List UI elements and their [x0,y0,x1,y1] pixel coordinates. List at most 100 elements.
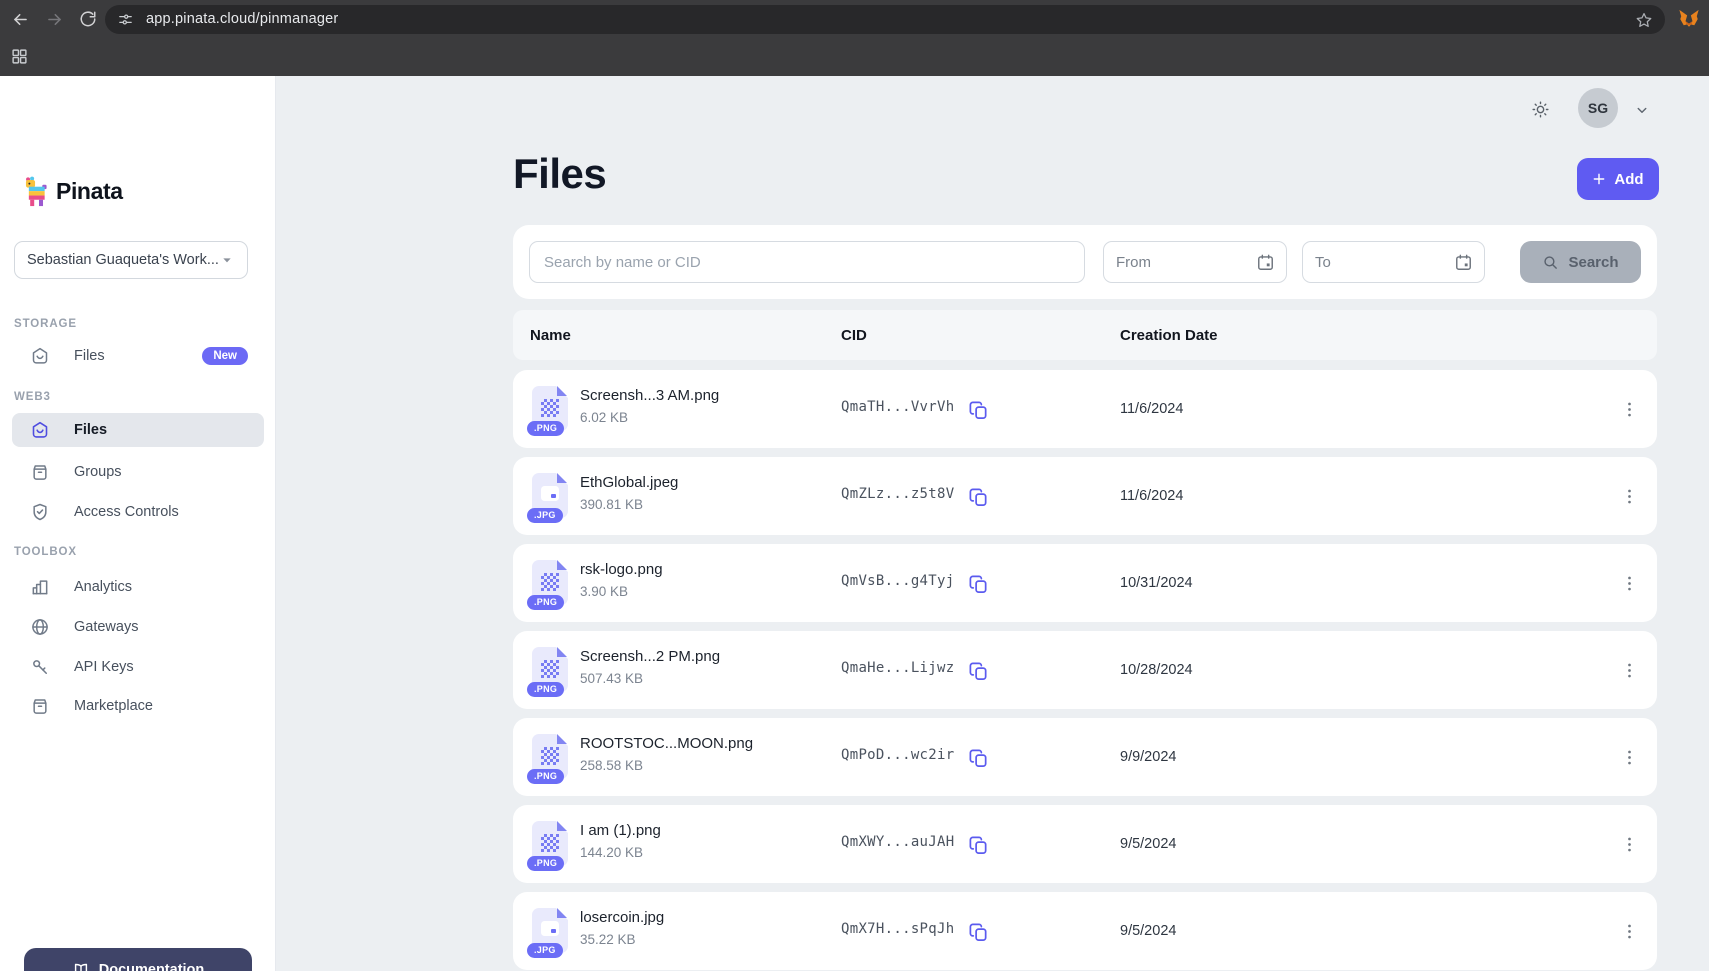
site-settings-icon[interactable] [117,11,134,28]
row-menu-button[interactable] [1615,482,1643,510]
chevron-down-icon [219,252,235,268]
sidebar-item-analytics[interactable]: Analytics [12,570,264,604]
pin-files-icon [30,420,50,440]
file-cid: QmVsB...g4Tyj [841,573,954,589]
file-name: EthGlobal.jpeg [580,474,678,491]
file-ext-badge: .JPG [527,943,563,958]
url-text: app.pinata.cloud/pinmanager [146,11,338,27]
sidebar-item-groups[interactable]: Groups [12,455,264,489]
file-creation-date: 11/6/2024 [1120,488,1183,504]
copy-cid-button[interactable] [965,484,991,510]
table-row[interactable]: .JPG losercoin.jpg 35.22 KB QmX7H...sPqJ… [513,892,1657,970]
sidebar-item-label: Gateways [74,619,138,635]
row-menu-button[interactable] [1615,569,1643,597]
file-size: 6.02 KB [580,410,719,425]
theme-toggle-button[interactable] [1528,97,1552,121]
search-input[interactable] [529,241,1085,283]
copy-cid-button[interactable] [965,658,991,684]
file-ext-badge: .JPG [527,508,563,523]
table-row[interactable]: .PNG ROOTSTOC...MOON.png 258.58 KB QmPoD… [513,718,1657,796]
tab-grid-icon[interactable] [9,46,29,66]
pinata-logo[interactable]: Pinata [25,176,123,207]
url-bar[interactable]: app.pinata.cloud/pinmanager [105,5,1665,34]
file-ext-badge: .PNG [527,769,564,784]
section-label-storage: STORAGE [14,318,77,330]
png-checker-glyph [541,573,559,591]
row-menu-button[interactable] [1615,743,1643,771]
copy-cid-button[interactable] [965,571,991,597]
table-header: Name CID Creation Date [513,310,1657,360]
date-from-field[interactable] [1103,241,1287,283]
file-creation-date: 9/5/2024 [1120,923,1176,939]
file-type-icon: .PNG [532,560,568,605]
sidebar-item-label: API Keys [74,659,134,675]
jpg-image-glyph [540,485,560,502]
date-from-input[interactable] [1104,254,1286,271]
file-name: Screensh...3 AM.png [580,387,719,404]
file-name: losercoin.jpg [580,909,664,926]
section-label-toolbox: TOOLBOX [14,546,77,558]
account-chevron-down-icon[interactable] [1632,100,1652,120]
sidebar-item-marketplace[interactable]: Marketplace [12,689,264,723]
browser-back-button[interactable] [8,7,32,31]
copy-cid-button[interactable] [965,397,991,423]
column-header-name: Name [530,327,571,344]
file-creation-date: 11/6/2024 [1120,401,1183,417]
sidebar-item-api-keys[interactable]: API Keys [12,650,264,684]
bookmark-icon[interactable] [1633,9,1655,31]
sidebar-item-access-controls[interactable]: Access Controls [12,495,264,529]
file-creation-date: 10/28/2024 [1120,662,1193,678]
column-header-creation-date: Creation Date [1120,327,1218,344]
copy-cid-button[interactable] [965,919,991,945]
sidebar-item-label: Access Controls [74,504,179,520]
book-icon [72,961,90,971]
sidebar-item-files-web3[interactable]: Files [12,413,264,447]
avatar[interactable]: SG [1578,88,1618,128]
file-cid: QmPoD...wc2ir [841,747,954,763]
row-menu-button[interactable] [1615,395,1643,423]
search-button[interactable]: Search [1520,241,1641,283]
sun-icon [1530,99,1551,120]
section-label-web3: WEB3 [14,391,51,403]
row-menu-button[interactable] [1615,917,1643,945]
png-checker-glyph [541,399,559,417]
page-title: Files [513,150,606,198]
date-to-field[interactable] [1302,241,1485,283]
file-ext-badge: .PNG [527,856,564,871]
table-row[interactable]: .JPG EthGlobal.jpeg 390.81 KB QmZLz...z5… [513,457,1657,535]
sidebar: Pinata Sebastian Guaqueta's Work... STOR… [0,76,276,971]
sidebar-item-gateways[interactable]: Gateways [12,610,264,644]
groups-icon [30,462,50,482]
documentation-button[interactable]: Documentation [24,948,252,971]
add-button[interactable]: Add [1577,158,1659,200]
file-name: ROOTSTOC...MOON.png [580,735,753,752]
browser-toolbar: app.pinata.cloud/pinmanager [0,0,1709,38]
row-menu-button[interactable] [1615,830,1643,858]
filter-bar: Search [513,225,1657,299]
file-size: 390.81 KB [580,497,678,512]
date-to-input[interactable] [1303,254,1484,271]
file-cid: QmXWY...auJAH [841,834,954,850]
workspace-selector[interactable]: Sebastian Guaqueta's Work... [14,241,248,279]
browser-forward-button[interactable] [42,7,66,31]
row-menu-button[interactable] [1615,656,1643,684]
browser-reload-button[interactable] [76,7,100,31]
pinata-icon [25,176,48,207]
file-name: I am (1).png [580,822,661,839]
sidebar-item-files-storage[interactable]: Files New [12,339,264,373]
table-row[interactable]: .PNG Screensh...3 AM.png 6.02 KB QmaTH..… [513,370,1657,448]
table-row[interactable]: .PNG I am (1).png 144.20 KB QmXWY...auJA… [513,805,1657,883]
copy-cid-button[interactable] [965,745,991,771]
globe-icon [30,617,50,637]
shield-check-icon [30,502,50,522]
copy-cid-button[interactable] [965,832,991,858]
brand-name: Pinata [56,178,123,205]
file-creation-date: 9/9/2024 [1120,749,1176,765]
table-row[interactable]: .PNG Screensh...2 PM.png 507.43 KB QmaHe… [513,631,1657,709]
table-row[interactable]: .PNG rsk-logo.png 3.90 KB QmVsB...g4Tyj … [513,544,1657,622]
search-button-label: Search [1568,254,1618,271]
documentation-label: Documentation [99,962,205,971]
file-type-icon: .JPG [532,908,568,953]
file-type-icon: .PNG [532,821,568,866]
metamask-extension-icon[interactable] [1678,8,1700,30]
